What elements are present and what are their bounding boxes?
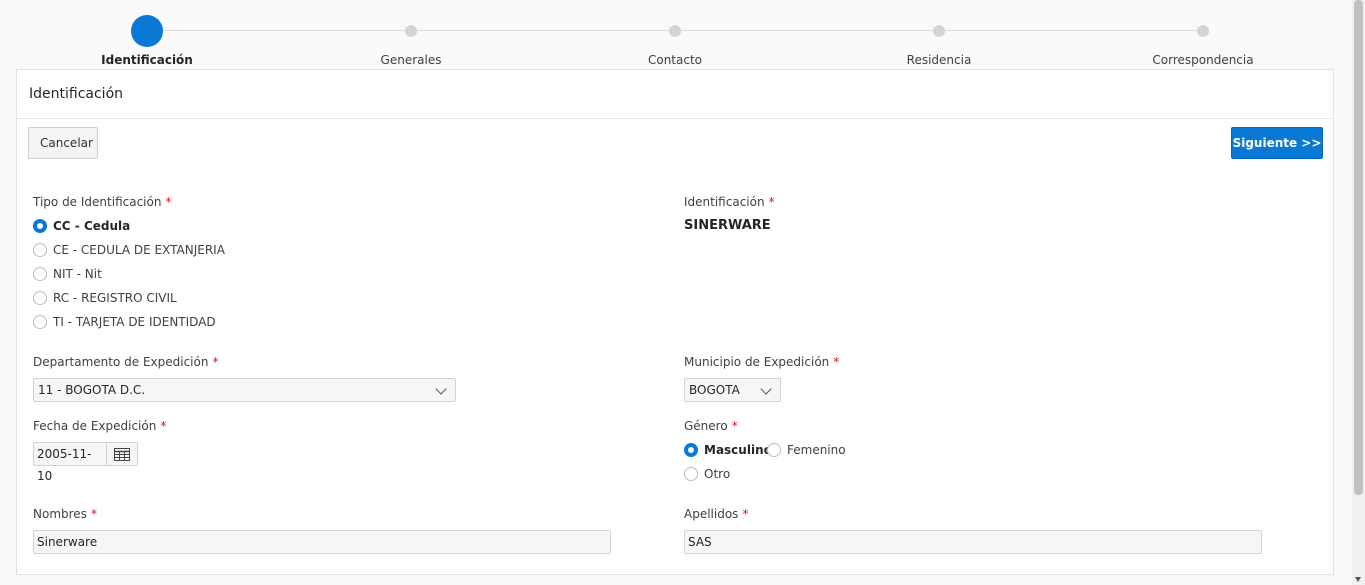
radio-option-otro[interactable]: Otro (684, 467, 730, 481)
departamento-field: Departamento de Expedición * 11 - BOGOTA … (33, 355, 473, 405)
region-header: Identificación (17, 70, 1333, 119)
apellidos-input[interactable]: SAS (684, 530, 1262, 554)
radio-label: Masculino (704, 443, 772, 457)
radio-button[interactable] (33, 267, 47, 281)
radio-label: TI - TARJETA DE IDENTIDAD (53, 315, 216, 329)
wizard-step-marker (669, 25, 681, 37)
fecha-label: Fecha de Expedición * (33, 419, 167, 433)
radio-option-ti[interactable]: TI - TARJETA DE IDENTIDAD (33, 315, 216, 329)
chevron-down-icon (760, 383, 772, 395)
fecha-field: Fecha de Expedición * 2005-11-10 (33, 419, 233, 483)
radio-option-rc[interactable]: RC - REGISTRO CIVIL (33, 291, 177, 305)
radio-option-nit[interactable]: NIT - Nit (33, 267, 102, 281)
wizard-step-label: Correspondencia (1152, 53, 1254, 67)
radio-option-ce[interactable]: CE - CEDULA DE EXTANJERIA (33, 243, 225, 257)
calendar-icon (114, 448, 130, 461)
municipio-selected-value: BOGOTA (689, 383, 740, 397)
radio-button[interactable] (767, 443, 781, 457)
required-marker: * (160, 419, 167, 433)
radio-option-cc[interactable]: CC - Cedula (33, 219, 130, 233)
chevron-down-icon (435, 383, 447, 395)
fecha-input[interactable]: 2005-11-10 (33, 442, 107, 483)
radio-button[interactable] (33, 291, 47, 305)
page-scrollbar[interactable] (1352, 0, 1365, 585)
nombres-input[interactable]: Sinerware (33, 530, 611, 554)
required-marker: * (833, 355, 840, 369)
wizard-step-marker (1197, 25, 1209, 37)
radio-label: CE - CEDULA DE EXTANJERIA (53, 243, 225, 257)
radio-button-checked[interactable] (684, 443, 698, 457)
apellidos-field: Apellidos * SAS (684, 507, 1284, 557)
scroll-down-arrow-icon[interactable] (1355, 577, 1361, 582)
radio-option-masculino[interactable]: Masculino (684, 443, 772, 457)
wizard-step-marker (405, 25, 417, 37)
nombres-label: Nombres * (33, 507, 97, 521)
required-marker: * (768, 195, 775, 209)
required-marker: * (90, 507, 97, 521)
identificacion-value: SINERWARE (684, 218, 771, 233)
wizard-step-label: Residencia (906, 53, 972, 67)
required-marker: * (212, 355, 219, 369)
radio-label: CC - Cedula (53, 219, 131, 233)
genero-field: Género * Masculino Femenino Otro (684, 419, 984, 489)
radio-label: RC - REGISTRO CIVIL (53, 291, 177, 305)
wizard-step-label: Contacto (647, 53, 703, 67)
next-button[interactable]: Siguiente >> (1231, 127, 1323, 159)
required-marker: * (742, 507, 749, 521)
wizard-step-label: Identificación (101, 53, 193, 67)
municipio-label: Municipio de Expedición * (684, 355, 840, 369)
genero-label: Género * (684, 419, 738, 433)
identificacion-field: Identificación * SINERWARE (684, 195, 1084, 245)
departamento-label: Departamento de Expedición * (33, 355, 219, 369)
apellidos-label: Apellidos * (684, 507, 749, 521)
wizard-step-marker (933, 25, 945, 37)
identificacion-label: Identificación * (684, 195, 775, 209)
radio-option-femenino[interactable]: Femenino (767, 443, 846, 457)
radio-label: Femenino (787, 443, 846, 457)
cancel-button[interactable]: Cancelar (28, 127, 98, 159)
municipio-field: Municipio de Expedición * BOGOTA (684, 355, 1084, 405)
radio-button[interactable] (33, 315, 47, 329)
departamento-select[interactable]: 11 - BOGOTA D.C. (33, 378, 456, 402)
radio-label: Otro (704, 467, 731, 481)
radio-label: NIT - Nit (53, 267, 102, 281)
wizard-progress: Identificación Generales Contacto Reside… (0, 0, 1352, 70)
required-marker: * (165, 195, 172, 209)
identificacion-region: Identificación Cancelar Siguiente >> Tip… (16, 69, 1334, 575)
wizard-step-label: Generales (380, 53, 442, 67)
radio-button-checked[interactable] (33, 219, 47, 233)
wizard-step-active-marker (131, 15, 163, 47)
calendar-button[interactable] (106, 442, 138, 466)
tipo-identificacion-label: Tipo de Identificación * (33, 195, 172, 209)
tipo-identificacion-field: Tipo de Identificación * CC - Cedula CE -… (33, 195, 433, 335)
municipio-select[interactable]: BOGOTA (684, 378, 781, 402)
radio-button[interactable] (33, 243, 47, 257)
region-title: Identificación (29, 86, 124, 102)
nombres-field: Nombres * Sinerware (33, 507, 633, 557)
required-marker: * (731, 419, 738, 433)
scrollbar-thumb[interactable] (1354, 0, 1363, 495)
departamento-selected-value: 11 - BOGOTA D.C. (38, 383, 146, 397)
radio-button[interactable] (684, 467, 698, 481)
